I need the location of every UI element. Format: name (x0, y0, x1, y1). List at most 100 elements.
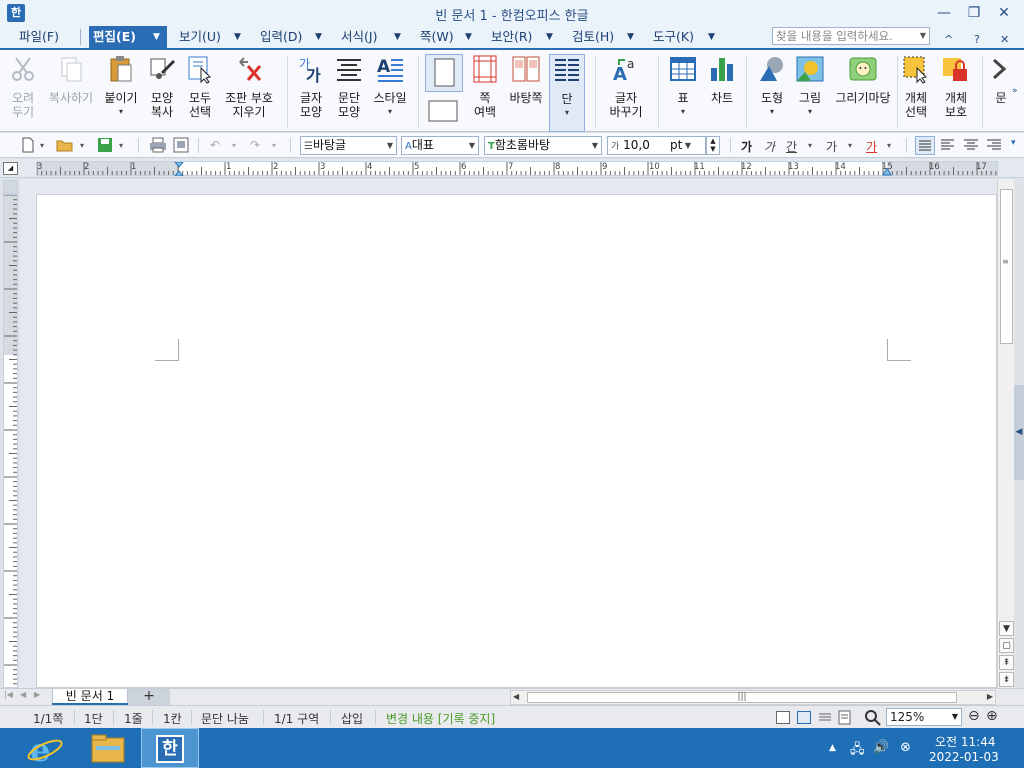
print-icon[interactable] (149, 137, 167, 153)
view-mode-page-icon[interactable] (797, 711, 811, 724)
new-doc-icon[interactable] (20, 137, 36, 153)
align-center-icon[interactable] (963, 138, 979, 153)
print-preview-icon[interactable] (173, 137, 189, 153)
chevron-down-icon[interactable]: ▼ (546, 26, 553, 48)
font-select[interactable]: T함초롬바탕 ▼ (484, 136, 602, 155)
page-margin-button[interactable]: 쪽 여백 (468, 54, 502, 119)
menu-page[interactable]: 쪽(W) (416, 26, 458, 48)
left-indent-marker-icon[interactable] (174, 162, 184, 176)
close-doc-icon[interactable]: ✕ (1000, 33, 1009, 46)
chevron-down-icon[interactable]: ▼ (315, 26, 322, 48)
action-center-icon[interactable]: ⊗ (900, 740, 911, 755)
minimize-button[interactable]: — (932, 3, 956, 23)
chart-button[interactable]: 차트 (704, 54, 740, 105)
chevron-down-icon[interactable]: ▾ (808, 141, 812, 150)
help-icon[interactable]: ? (974, 33, 980, 46)
next-page-button[interactable]: ⇟ (999, 672, 1014, 687)
style-select[interactable]: ☰바탕글 ▼ (300, 136, 397, 155)
replace-char-button[interactable]: Aa 글자 바꾸기 (604, 54, 648, 119)
chevron-down-icon[interactable]: ▼ (952, 709, 958, 725)
prev-tab-icon[interactable]: ◀ (20, 690, 26, 699)
status-char[interactable]: 1칸 (163, 710, 182, 727)
close-button[interactable]: ✕ (992, 3, 1016, 23)
view-mode-draft-icon[interactable] (838, 710, 852, 725)
align-right-icon[interactable] (986, 138, 1002, 153)
format-painter-button[interactable]: 모양 복사 (144, 54, 180, 119)
vertical-ruler[interactable] (3, 194, 18, 688)
menu-file[interactable]: 파일(F) (15, 26, 63, 48)
columns-button[interactable]: 단 ▾ (549, 54, 585, 132)
object-protect-button[interactable]: 개체 보호 (938, 54, 974, 119)
volume-icon[interactable]: 🔊 (873, 740, 889, 755)
taskbar-clock-time[interactable]: 오전 11:44 (935, 733, 995, 750)
italic-button[interactable]: 가 (764, 138, 775, 155)
font-color-button[interactable]: 가 (866, 138, 877, 155)
status-insert-mode[interactable]: 삽입 (341, 710, 363, 727)
font-size-select[interactable]: 가 10,0 pt ▼ (607, 136, 706, 155)
style-button[interactable]: A 스타일 ▾ (370, 54, 410, 119)
shape-button[interactable]: 도형 ▾ (754, 54, 790, 119)
horizontal-scroll-thumb[interactable]: ||| (527, 692, 957, 703)
chevron-down-icon[interactable]: ▾ (272, 141, 276, 150)
font-size-stepper[interactable]: ▲ ▼ (706, 136, 720, 155)
para-shape-button[interactable]: 문단 모양 (332, 54, 366, 119)
ribbon-expand-icon[interactable]: » (1012, 86, 1018, 96)
document-area[interactable] (20, 179, 997, 688)
collapse-ribbon-icon[interactable]: ^ (944, 33, 953, 46)
landscape-page-button[interactable] (428, 100, 462, 126)
zoom-out-icon[interactable]: ⊖ (968, 708, 980, 724)
master-page-button[interactable]: 바탕쪽 (506, 54, 546, 105)
chevron-down-icon[interactable]: ▾ (887, 141, 891, 150)
scroll-right-icon[interactable]: ▶ (987, 692, 993, 701)
add-tab-button[interactable]: + (128, 689, 170, 705)
object-select-button[interactable]: 개체 선택 (900, 54, 932, 119)
chevron-down-icon[interactable]: ▼ (685, 137, 691, 154)
clear-marks-button[interactable]: 조판 부호 지우기 (221, 54, 277, 119)
chevron-down-icon[interactable]: ▼ (920, 28, 926, 44)
view-mode-normal-icon[interactable] (776, 711, 790, 724)
cut-button[interactable]: 오려 두기 (6, 54, 40, 119)
status-track-changes[interactable]: 변경 내용 [기록 중지] (386, 710, 495, 727)
network-icon[interactable]: 🖧 (850, 740, 865, 762)
taskbar-explorer-button[interactable] (80, 728, 138, 768)
chevron-down-icon[interactable]: ▼ (469, 137, 475, 154)
copy-button[interactable]: 복사하기 (46, 54, 96, 105)
undo-icon[interactable]: ↶ (210, 138, 220, 152)
select-all-button[interactable]: 모두 선택 (182, 54, 218, 119)
chevron-down-icon[interactable]: ▼ (592, 137, 598, 154)
justify-button[interactable] (915, 136, 935, 155)
side-panel-toggle[interactable]: ◀ (1014, 385, 1024, 480)
table-button[interactable]: 표 ▾ (667, 54, 699, 119)
menu-edit[interactable]: 편집(E) ▼ (89, 26, 167, 48)
menu-review[interactable]: 검토(H) (568, 26, 618, 48)
status-line[interactable]: 1줄 (124, 710, 143, 727)
chevron-down-icon[interactable]: ▼ (627, 26, 634, 48)
menu-view[interactable]: 보기(U) (175, 26, 225, 48)
scroll-down-button[interactable]: ▼ (999, 621, 1014, 636)
menu-format[interactable]: 서식(J) (337, 26, 381, 48)
chevron-down-icon[interactable]: ▾ (550, 106, 584, 120)
chevron-down-icon[interactable]: ▼ (465, 26, 472, 48)
chevron-down-icon[interactable]: ▾ (40, 141, 44, 150)
chevron-down-icon[interactable]: ▾ (793, 105, 827, 119)
status-break[interactable]: 문단 나눔 (201, 710, 249, 727)
toolbar-more-icon[interactable]: ▾ (1011, 138, 1016, 148)
chevron-down-icon[interactable]: ▾ (232, 141, 236, 150)
page-view-button[interactable]: ▢ (999, 638, 1014, 653)
ruler-tab-selector[interactable]: ◢ (3, 162, 18, 175)
chevron-down-icon[interactable]: ▼ (387, 137, 393, 154)
horizontal-ruler[interactable]: 3 2 1 1 2 3 4 5 6 7 8 9 10 11 12 13 14 1… (36, 161, 998, 176)
bold-button[interactable]: 가 (741, 138, 752, 155)
scroll-left-icon[interactable]: ◀ (513, 692, 519, 701)
vertical-scroll-thumb[interactable]: ≡ (1000, 189, 1013, 344)
vertical-scrollbar[interactable]: ≡ ▼ ▢ ⇞ ⇟ (997, 179, 1014, 688)
next-tab-icon[interactable]: ▶ (34, 690, 40, 699)
portrait-page-button[interactable] (425, 54, 463, 92)
prev-page-button[interactable]: ⇞ (999, 655, 1014, 670)
zoom-in-icon[interactable]: ⊕ (986, 708, 998, 724)
menu-tools[interactable]: 도구(K) (649, 26, 698, 48)
strike-button[interactable]: 가 (826, 138, 837, 155)
status-column[interactable]: 1단 (84, 710, 103, 727)
maximize-button[interactable]: ❐ (962, 3, 986, 23)
taskbar-ie-button[interactable]: e (16, 728, 74, 768)
